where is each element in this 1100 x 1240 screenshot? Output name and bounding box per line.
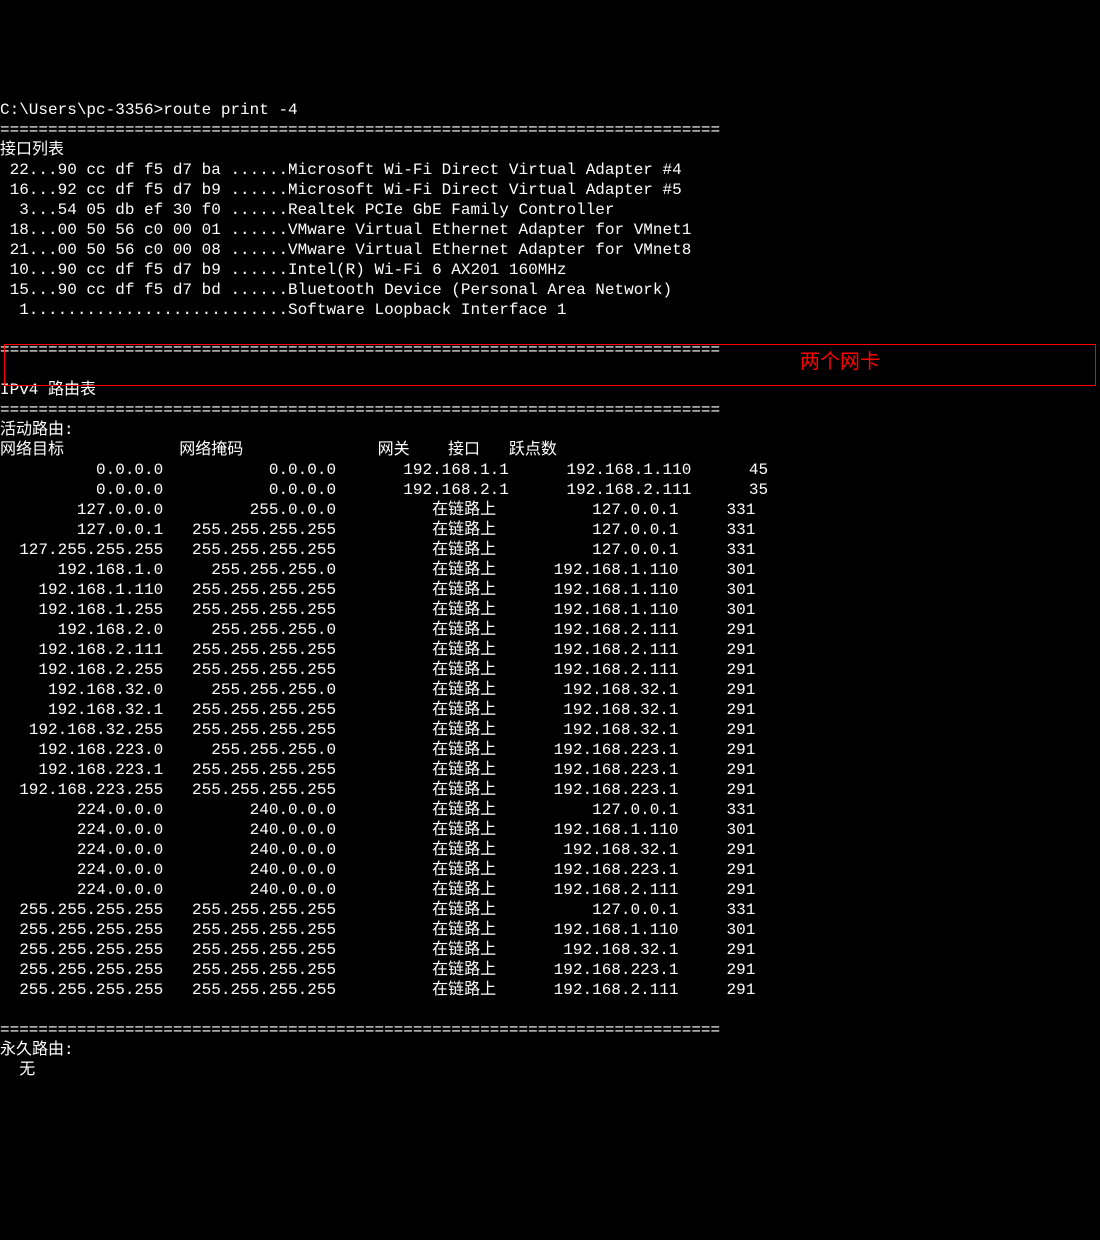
route-row: 127.255.255.255 255.255.255.255 在链路上 127… [0, 541, 755, 559]
interface-entry: 21...00 50 56 c0 00 08 ......VMware Virt… [0, 241, 691, 259]
route-row: 192.168.1.0 255.255.255.0 在链路上 192.168.1… [0, 561, 755, 579]
route-row: 0.0.0.0 0.0.0.0 192.168.1.1 192.168.1.11… [0, 461, 768, 479]
interface-list-header: 接口列表 [0, 141, 64, 159]
route-columns: 网络目标 网络掩码 网关 接口 跃点数 [0, 441, 557, 459]
separator: ========================================… [0, 341, 720, 359]
interface-entry: 3...54 05 db ef 30 f0 ......Realtek PCIe… [0, 201, 615, 219]
separator: ========================================… [0, 1021, 720, 1039]
separator: ========================================… [0, 401, 720, 419]
route-row: 0.0.0.0 0.0.0.0 192.168.2.1 192.168.2.11… [0, 481, 768, 499]
separator: ========================================… [0, 121, 720, 139]
route-row: 192.168.223.255 255.255.255.255 在链路上 192… [0, 781, 755, 799]
route-row: 255.255.255.255 255.255.255.255 在链路上 192… [0, 921, 755, 939]
route-row: 224.0.0.0 240.0.0.0 在链路上 192.168.1.110 3… [0, 821, 755, 839]
route-row: 192.168.1.110 255.255.255.255 在链路上 192.1… [0, 581, 755, 599]
route-row: 192.168.223.0 255.255.255.0 在链路上 192.168… [0, 741, 755, 759]
route-row: 192.168.32.1 255.255.255.255 在链路上 192.16… [0, 701, 755, 719]
route-row: 224.0.0.0 240.0.0.0 在链路上 192.168.223.1 2… [0, 861, 755, 879]
interface-list: 22...90 cc df f5 d7 ba ......Microsoft W… [0, 160, 1100, 320]
route-table-header: IPv4 路由表 [0, 381, 96, 399]
route-row: 224.0.0.0 240.0.0.0 在链路上 192.168.32.1 29… [0, 841, 755, 859]
interface-entry: 15...90 cc df f5 d7 bd ......Bluetooth D… [0, 281, 672, 299]
persistent-routes-none: 无 [0, 1061, 35, 1079]
interface-entry: 18...00 50 56 c0 00 01 ......VMware Virt… [0, 221, 691, 239]
route-row: 255.255.255.255 255.255.255.255 在链路上 127… [0, 901, 755, 919]
command: route print -4 [163, 101, 297, 119]
interface-entry: 16...92 cc df f5 d7 b9 ......Microsoft W… [0, 181, 682, 199]
route-row: 255.255.255.255 255.255.255.255 在链路上 192… [0, 961, 755, 979]
interface-entry: 10...90 cc df f5 d7 b9 ......Intel(R) Wi… [0, 261, 567, 279]
persistent-routes-label: 永久路由: [0, 1041, 74, 1059]
route-row: 127.0.0.0 255.0.0.0 在链路上 127.0.0.1 331 [0, 501, 755, 519]
route-row: 255.255.255.255 255.255.255.255 在链路上 192… [0, 941, 755, 959]
terminal-output: C:\Users\pc-3356>route print -4 ========… [0, 80, 1100, 1080]
interface-entry: 22...90 cc df f5 d7 ba ......Microsoft W… [0, 161, 682, 179]
route-row: 192.168.32.0 255.255.255.0 在链路上 192.168.… [0, 681, 755, 699]
route-row: 255.255.255.255 255.255.255.255 在链路上 192… [0, 981, 755, 999]
route-row: 192.168.1.255 255.255.255.255 在链路上 192.1… [0, 601, 755, 619]
route-row: 192.168.2.255 255.255.255.255 在链路上 192.1… [0, 661, 755, 679]
blank-line [0, 361, 10, 379]
route-row: 127.0.0.1 255.255.255.255 在链路上 127.0.0.1… [0, 521, 755, 539]
route-row: 224.0.0.0 240.0.0.0 在链路上 127.0.0.1 331 [0, 801, 755, 819]
command-line[interactable]: C:\Users\pc-3356>route print -4 [0, 101, 298, 119]
route-table-body: 0.0.0.0 0.0.0.0 192.168.1.1 192.168.1.11… [0, 460, 1100, 1000]
route-row: 192.168.32.255 255.255.255.255 在链路上 192.… [0, 721, 755, 739]
route-row: 224.0.0.0 240.0.0.0 在链路上 192.168.2.111 2… [0, 881, 755, 899]
prompt: C:\Users\pc-3356> [0, 101, 163, 119]
route-row: 192.168.2.0 255.255.255.0 在链路上 192.168.2… [0, 621, 755, 639]
interface-entry: 1...........................Software Loo… [0, 301, 567, 319]
active-routes-label: 活动路由: [0, 421, 74, 439]
route-row: 192.168.2.111 255.255.255.255 在链路上 192.1… [0, 641, 755, 659]
route-row: 192.168.223.1 255.255.255.255 在链路上 192.1… [0, 761, 755, 779]
